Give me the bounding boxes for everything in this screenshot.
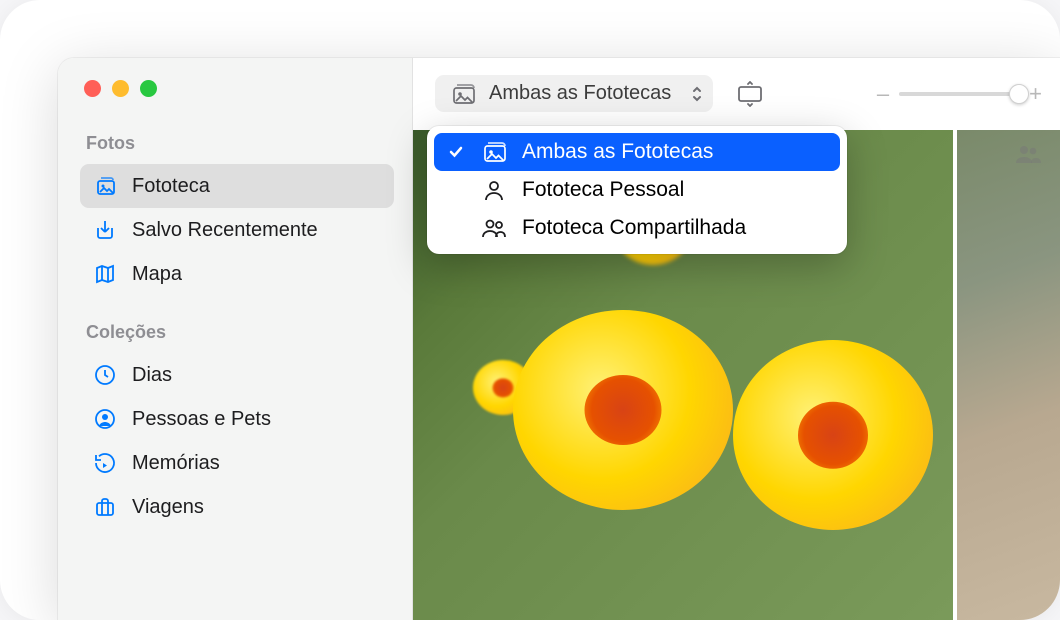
sidebar-item-label: Memórias	[132, 452, 220, 475]
library-switcher-label: Ambas as Fototecas	[489, 82, 671, 105]
sidebar-item-label: Pessoas e Pets	[132, 408, 271, 431]
aspect-ratio-button[interactable]	[729, 75, 771, 113]
library-icon	[449, 83, 477, 105]
outer-card: Fotos Fototeca	[0, 0, 1060, 620]
zoom-controls: – +	[877, 81, 1042, 107]
zoom-out-button[interactable]: –	[877, 81, 889, 107]
chevron-up-down-icon	[691, 85, 703, 103]
photo-thumbnail[interactable]	[957, 130, 1060, 620]
traffic-lights	[84, 80, 394, 97]
checkmark-icon	[446, 144, 466, 160]
library-switcher-button[interactable]: Ambas as Fototecas	[435, 75, 713, 112]
sidebar-section-header-photos: Fotos	[80, 133, 394, 154]
memories-icon	[92, 450, 118, 476]
sidebar-item-map[interactable]: Mapa	[80, 252, 394, 296]
map-icon	[92, 261, 118, 287]
dropdown-item-label: Fototeca Pessoal	[522, 178, 684, 202]
sidebar-item-label: Dias	[132, 364, 172, 387]
people-icon	[480, 217, 508, 239]
sidebar-item-days[interactable]: Dias	[80, 353, 394, 397]
person-circle-icon	[92, 406, 118, 432]
sidebar-item-people-pets[interactable]: Pessoas e Pets	[80, 397, 394, 441]
sidebar-item-label: Mapa	[132, 263, 182, 286]
library-switcher-dropdown: Ambas as Fototecas Fototeca Pessoal	[427, 126, 847, 254]
sidebar: Fotos Fototeca	[58, 58, 413, 620]
toolbar: Ambas as Fototecas	[413, 58, 1060, 130]
sidebar-item-recently-saved[interactable]: Salvo Recentemente	[80, 208, 394, 252]
app-window: Fotos Fototeca	[58, 58, 1060, 620]
dropdown-item-shared-library[interactable]: Fototeca Compartilhada	[434, 209, 840, 247]
minimize-window-button[interactable]	[112, 80, 129, 97]
zoom-in-button[interactable]: +	[1029, 81, 1042, 107]
close-window-button[interactable]	[84, 80, 101, 97]
library-icon	[480, 141, 508, 163]
dropdown-item-label: Ambas as Fototecas	[522, 140, 713, 164]
clock-icon	[92, 362, 118, 388]
shared-library-badge-icon	[1014, 144, 1042, 169]
sidebar-item-memories[interactable]: Memórias	[80, 441, 394, 485]
download-icon	[92, 217, 118, 243]
main-content: Ambas as Fototecas	[413, 58, 1060, 620]
library-icon	[92, 173, 118, 199]
dropdown-item-both-libraries[interactable]: Ambas as Fototecas	[434, 133, 840, 171]
fullscreen-window-button[interactable]	[140, 80, 157, 97]
sidebar-item-label: Viagens	[132, 496, 204, 519]
dropdown-item-label: Fototeca Compartilhada	[522, 216, 746, 240]
zoom-slider-handle[interactable]	[1009, 84, 1029, 104]
sidebar-item-label: Fototeca	[132, 175, 210, 198]
suitcase-icon	[92, 494, 118, 520]
dropdown-item-personal-library[interactable]: Fototeca Pessoal	[434, 171, 840, 209]
sidebar-item-library[interactable]: Fototeca	[80, 164, 394, 208]
sidebar-item-label: Salvo Recentemente	[132, 219, 318, 242]
sidebar-item-trips[interactable]: Viagens	[80, 485, 394, 529]
person-icon	[480, 179, 508, 201]
sidebar-section-header-collections: Coleções	[80, 322, 394, 343]
zoom-slider[interactable]	[899, 92, 1019, 96]
